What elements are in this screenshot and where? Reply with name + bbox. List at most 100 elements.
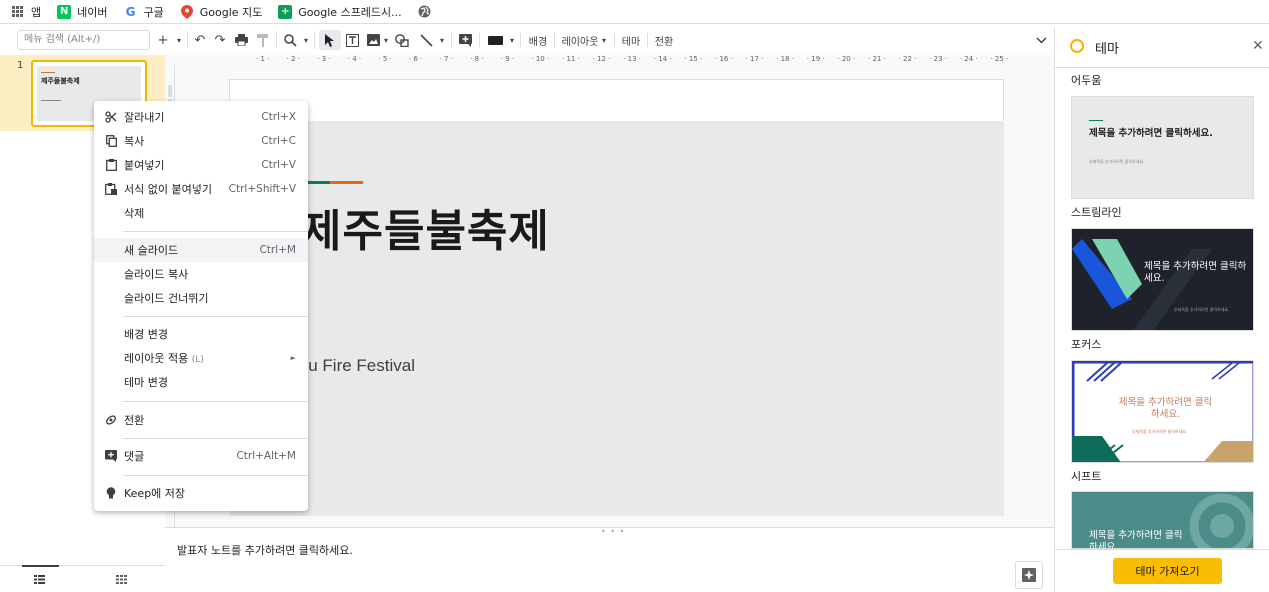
- horizontal-ruler[interactable]: · 1 · · 2 · · 3 · · 4 · · 5 · · 6 · · 7 · · 8 ·…: [230, 55, 1054, 65]
- ruler-tick: · 2 ·: [286, 55, 300, 63]
- menu-item-change-theme[interactable]: 테마 변경: [94, 370, 308, 394]
- theme-card-shift[interactable]: 제목을 추가하려면 클릭하세요.: [1071, 491, 1254, 549]
- slide-title[interactable]: 제주들불축제: [301, 195, 550, 259]
- menu-item-new-slide[interactable]: 새 슬라이드 Ctrl+M: [94, 238, 308, 262]
- clipboard-icon: [105, 159, 117, 171]
- import-theme-button[interactable]: 테마 가져오기: [1113, 558, 1222, 584]
- bookmark-google[interactable]: G 구글: [124, 4, 164, 20]
- chevron-down-icon[interactable]: ▾: [174, 30, 184, 50]
- view-switcher: [0, 565, 165, 592]
- menu-item-paste-plain[interactable]: 서식 없이 붙여넣기 Ctrl+Shift+V: [94, 177, 308, 201]
- context-menu: 잘라내기 Ctrl+X 복사 Ctrl+C 붙여넣기 Ctrl+V 서식 없이 …: [94, 101, 308, 511]
- chevron-down-icon[interactable]: ▾: [301, 30, 311, 50]
- theme-card-accent: [1089, 120, 1103, 121]
- undo-icon[interactable]: ↶: [192, 30, 208, 50]
- chevron-down-icon[interactable]: ▾: [381, 30, 391, 50]
- toolbar-divider: [614, 33, 615, 47]
- shape-icon[interactable]: [394, 30, 410, 50]
- bookmark-google-sheets[interactable]: + Google 스프레드시...: [278, 4, 402, 20]
- line-icon[interactable]: [418, 30, 434, 50]
- menu-item-shortcut: Ctrl+V: [261, 159, 296, 171]
- clipboard-plain-icon: [105, 183, 117, 195]
- ruler-tick: · 1 ·: [256, 55, 270, 63]
- ruler-tick: · 13 ·: [623, 55, 641, 63]
- paint-format-icon[interactable]: [255, 30, 271, 50]
- bookmark-apps[interactable]: 앱: [12, 4, 41, 20]
- toolbar-divider: [479, 33, 480, 47]
- theme-card-subtitle: 부제목을 추가하려면 클릭하세요.: [1132, 429, 1188, 434]
- theme-button[interactable]: 테마: [619, 30, 643, 50]
- menu-item-keep[interactable]: Keep에 저장: [94, 481, 308, 505]
- bookmark-label: Google 스프레드시...: [298, 5, 402, 19]
- transition-icon: [105, 414, 117, 426]
- layout-button[interactable]: 레이아웃: [561, 30, 599, 50]
- image-icon[interactable]: [365, 30, 381, 50]
- chevron-down-icon[interactable]: ▾: [599, 30, 609, 50]
- menu-item-label: 전환: [124, 414, 145, 427]
- theme-card-streamline[interactable]: 제목을 추가하려면 클릭하세요. 부제목을 추가하려면 클릭하세요.: [1071, 228, 1254, 331]
- new-slide-icon[interactable]: +: [156, 30, 170, 50]
- keyboard-icon[interactable]: [486, 30, 504, 50]
- menu-item-duplicate-slide[interactable]: 슬라이드 복사: [94, 262, 308, 286]
- menu-item-label-text: 레이아웃 적용: [124, 352, 189, 365]
- background-button[interactable]: 배경: [526, 30, 550, 50]
- menu-item-label: 새 슬라이드: [124, 244, 179, 257]
- chevron-down-icon[interactable]: ▾: [437, 30, 447, 50]
- bookmark-naver[interactable]: N 네이버: [57, 4, 108, 20]
- speaker-notes[interactable]: • • • 발표자 노트를 추가하려면 클릭하세요.: [165, 527, 1054, 592]
- menu-item-comment[interactable]: 댓글 Ctrl+Alt+M: [94, 444, 308, 468]
- thumbnail-subtitle: [41, 100, 61, 101]
- theme-card-focus[interactable]: 제목을 추가하려면 클릭하세요. 부제목을 추가하려면 클릭하세요.: [1071, 360, 1254, 463]
- palette-icon: [1070, 39, 1084, 53]
- bookmark-globe[interactable]: [418, 5, 438, 19]
- bookmark-label: 구글: [143, 5, 164, 19]
- close-icon[interactable]: ✕: [1252, 38, 1264, 54]
- menu-item-skip-slide[interactable]: 슬라이드 건너뛰기: [94, 286, 308, 310]
- theme-panel: 테마 ✕ 어두움 제목을 추가하려면 클릭하세요. 부제목을 추가하려면 클릭하…: [1054, 28, 1269, 592]
- theme-card-subtitle: 부제목을 추가하려면 클릭하세요.: [1174, 307, 1230, 312]
- add-comment-icon[interactable]: [457, 30, 473, 50]
- slide-subtitle[interactable]: eju Fire Festival: [295, 356, 415, 376]
- ruler-tick: · 23 ·: [929, 55, 947, 63]
- theme-name: 어두움: [1071, 74, 1102, 87]
- bookmark-google-maps[interactable]: Google 지도: [180, 4, 262, 20]
- menu-item-cut[interactable]: 잘라내기 Ctrl+X: [94, 105, 308, 129]
- theme-card-dark[interactable]: 제목을 추가하려면 클릭하세요. 부제목을 추가하려면 클릭하세요.: [1071, 96, 1254, 199]
- print-icon[interactable]: [233, 30, 249, 50]
- menu-item-apply-layout[interactable]: 레이아웃 적용 (L) ►: [94, 346, 308, 370]
- menu-divider: [123, 475, 308, 476]
- zoom-icon[interactable]: [282, 30, 298, 50]
- redo-icon[interactable]: ↷: [212, 30, 228, 50]
- grid-view-icon[interactable]: [116, 574, 127, 587]
- add-comment-icon: [105, 450, 117, 462]
- ruler-tick: · 6 ·: [409, 55, 423, 63]
- menu-item-paste[interactable]: 붙여넣기 Ctrl+V: [94, 153, 308, 177]
- filmstrip-view-icon[interactable]: [34, 574, 45, 587]
- ruler-tick: · 14 ·: [653, 55, 672, 63]
- thumbnail-title: 제주들불축제: [41, 77, 80, 85]
- theme-name: 스트림라인: [1071, 206, 1122, 219]
- notes-resize-handle[interactable]: • • •: [601, 527, 625, 536]
- explore-button[interactable]: [1015, 561, 1043, 589]
- ruler-tick: · 20 ·: [837, 55, 856, 63]
- text-box-icon[interactable]: [344, 30, 360, 50]
- menu-item-label: 잘라내기: [124, 111, 165, 124]
- menu-item-label: 배경 변경: [124, 328, 168, 341]
- speaker-notes-placeholder[interactable]: 발표자 노트를 추가하려면 클릭하세요.: [177, 542, 353, 558]
- menu-item-change-background[interactable]: 배경 변경: [94, 322, 308, 346]
- collapse-chevron-icon[interactable]: [1033, 30, 1049, 50]
- menu-item-delete[interactable]: 삭제: [94, 201, 308, 225]
- menu-item-copy[interactable]: 복사 Ctrl+C: [94, 129, 308, 153]
- transition-button[interactable]: 전환: [652, 30, 676, 50]
- bookmarks-bar: 앱 N 네이버 G 구글 Google 지도 + Google 스프레드시...: [0, 0, 1269, 24]
- select-tool-icon[interactable]: [319, 30, 341, 50]
- menu-search-input[interactable]: 메뉴 검색 (Alt+/): [17, 30, 150, 50]
- menu-item-label: 테마 변경: [124, 376, 168, 389]
- menu-item-hint: (L): [191, 355, 204, 365]
- copy-icon: [105, 135, 117, 147]
- ruler-tick: · 24 ·: [959, 55, 978, 63]
- chevron-down-icon[interactable]: ▾: [507, 30, 517, 50]
- menu-item-transition[interactable]: 전환: [94, 408, 308, 432]
- ruler-tick: · 5 ·: [378, 55, 392, 63]
- menu-item-shortcut: Ctrl+X: [261, 111, 296, 123]
